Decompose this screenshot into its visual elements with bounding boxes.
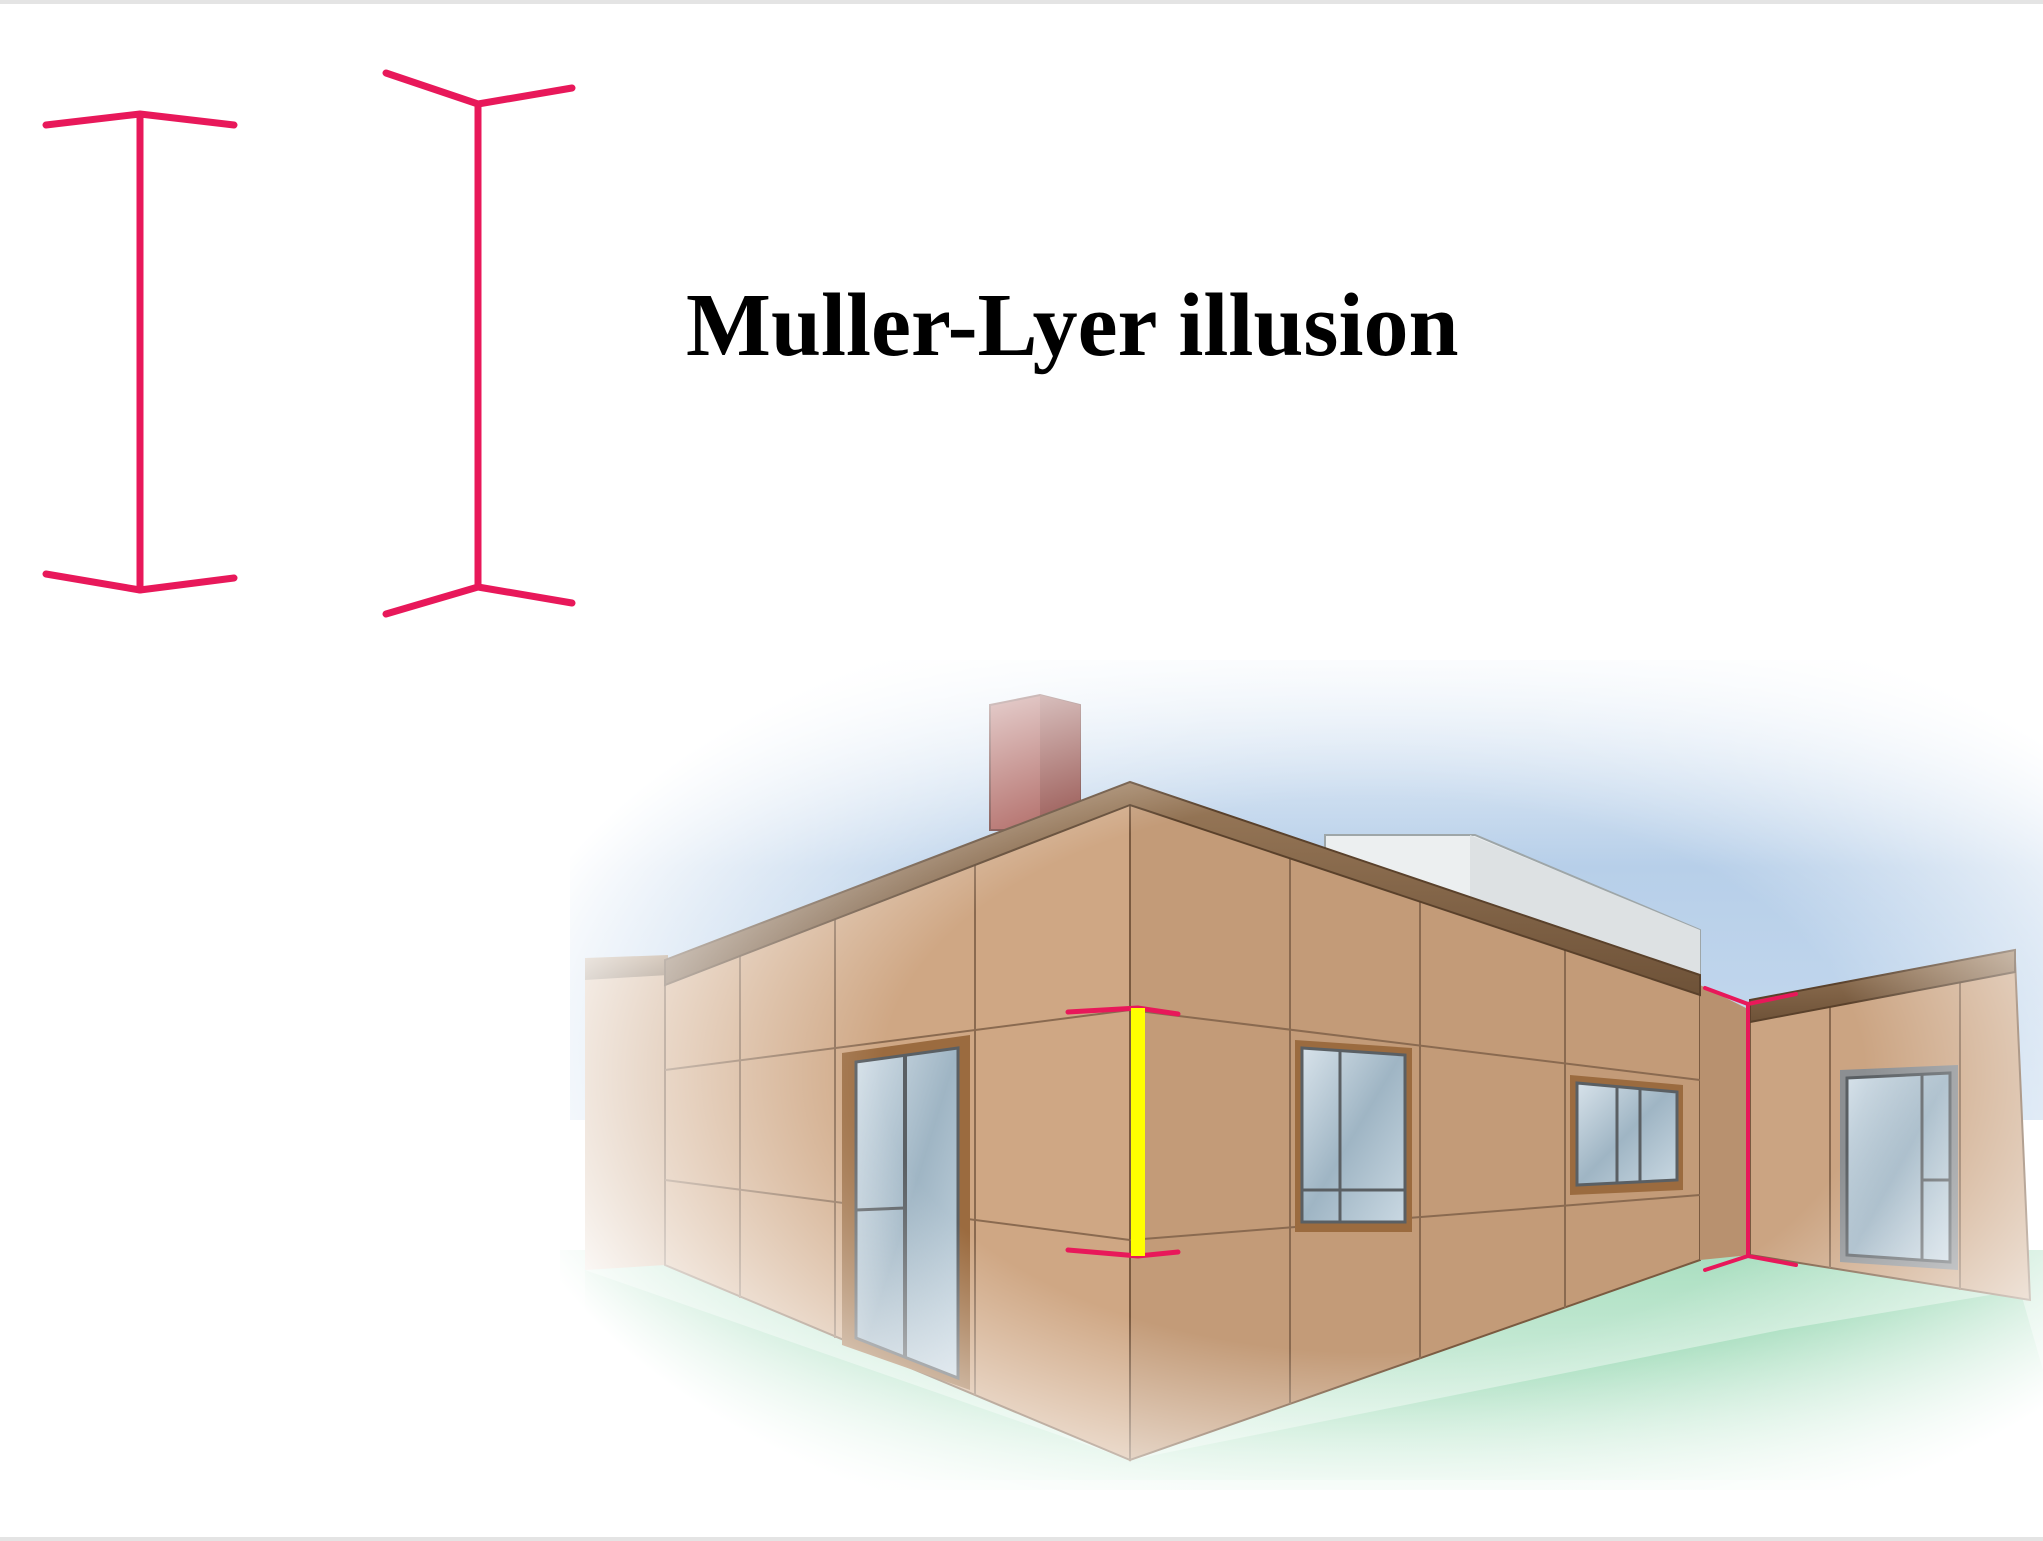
- arrow-left-figure: [42, 110, 238, 594]
- arrow-right-figure: [382, 69, 576, 618]
- muller-lyer-figure: [42, 69, 2043, 1495]
- building-illustration: [555, 655, 2043, 1495]
